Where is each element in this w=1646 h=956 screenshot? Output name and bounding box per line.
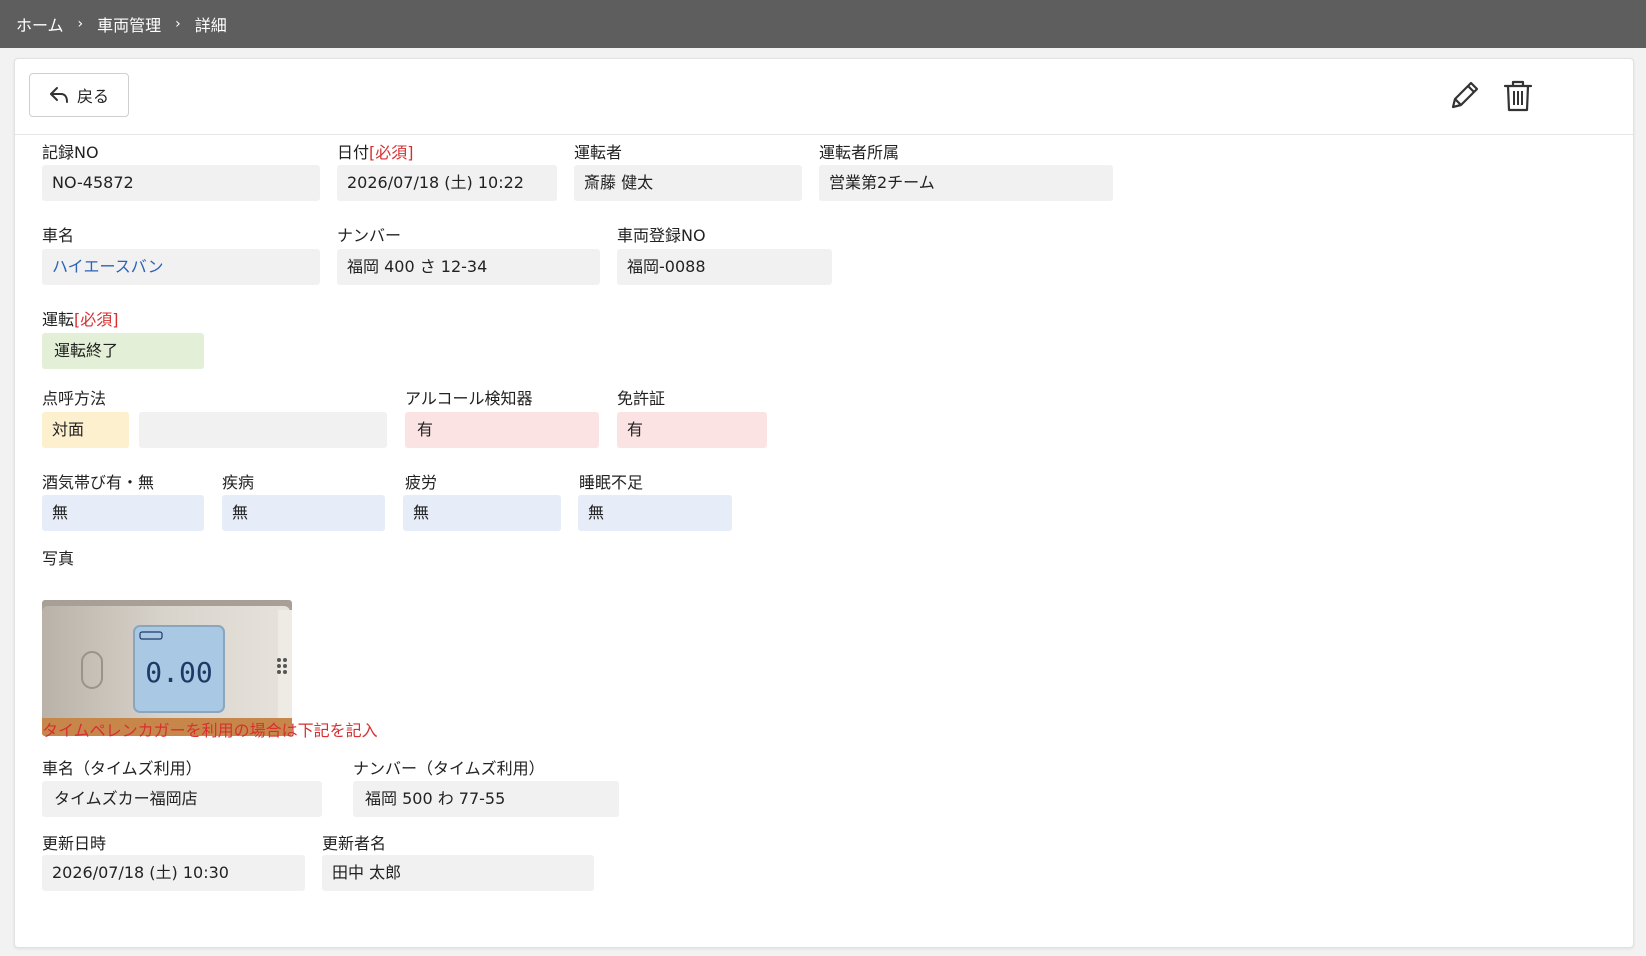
license-field: 有: [617, 412, 767, 448]
plate-label: ナンバー: [337, 226, 402, 245]
vehicle-reg-no-field: 福岡-0088: [617, 249, 832, 285]
plate-field: 福岡 400 さ 12-34: [337, 249, 600, 285]
breadcrumb-vehicles[interactable]: 車両管理: [97, 12, 161, 36]
updated-by-field: 田中 太郎: [322, 855, 594, 891]
date-label: 日付[必須]: [337, 139, 414, 163]
times-car-field: タイムズカー福岡店: [42, 781, 322, 817]
sleep-label: 睡眠不足: [579, 473, 644, 492]
updated-at-label: 更新日時: [42, 834, 107, 853]
rollcall-label: 点呼方法: [42, 389, 107, 408]
alcohol-field: 無: [42, 495, 204, 531]
illness-label: 疾病: [222, 473, 255, 492]
sleep-field: 無: [578, 495, 732, 531]
driver-dept-label: 運転者所属: [819, 143, 900, 162]
vehicle-reg-no-label: 車両登録NO: [617, 226, 706, 245]
driving-status-field: 運転終了: [42, 333, 204, 369]
photo-reading: 0.00: [145, 656, 212, 689]
times-plate-field: 福岡 500 わ 77-55: [353, 781, 619, 817]
car-name-link[interactable]: ハイエースバン: [42, 249, 320, 285]
times-car-label: 車名（タイムズ利用）: [42, 759, 202, 778]
rollcall-field: 対面: [42, 412, 129, 448]
alcohol-label: 酒気帯び有・無: [42, 473, 155, 492]
back-button-label: 戻る: [76, 87, 109, 106]
alcohol-detector-field: 有: [405, 412, 599, 448]
driver-label: 運転者: [574, 143, 623, 162]
photo-image: 0.00: [42, 600, 292, 736]
pencil-icon[interactable]: [1447, 79, 1481, 113]
driving-label-text: 運転: [42, 310, 75, 329]
fatigue-field: 無: [403, 495, 561, 531]
trash-icon[interactable]: [1501, 79, 1535, 113]
breadcrumb-separator: ›: [175, 16, 181, 32]
driver-field: 斎藤 健太: [574, 165, 802, 201]
times-note: タイムペレンカガーを利用の場合は下記を記入: [42, 721, 378, 740]
breadcrumb-home[interactable]: ホーム: [16, 12, 64, 36]
rollcall-extra-field: [139, 412, 387, 448]
driving-label: 運転[必須]: [42, 306, 119, 330]
back-button[interactable]: 戻る: [29, 73, 129, 117]
record-no-label: 記録NO: [42, 143, 99, 162]
alcohol-checker-photo[interactable]: 0.00: [42, 600, 292, 736]
illness-field: 無: [222, 495, 385, 531]
breadcrumb-detail: 詳細: [194, 16, 227, 35]
arrow-left-icon: [49, 87, 68, 103]
fatigue-label: 疲労: [405, 473, 438, 492]
required-marker: [必須]: [369, 143, 414, 162]
alcohol-detector-label: アルコール検知器: [405, 389, 533, 408]
date-field: 2026/07/18 (土) 10:22: [337, 165, 557, 201]
record-no-field: NO-45872: [42, 165, 320, 201]
date-label-text: 日付: [337, 143, 370, 162]
license-label: 免許証: [617, 389, 666, 408]
breadcrumb: ホーム › 車両管理 › 詳細: [0, 0, 1646, 48]
car-name-label: 車名: [42, 226, 75, 245]
updated-at-field: 2026/07/18 (土) 10:30: [42, 855, 305, 891]
required-marker: [必須]: [74, 310, 119, 329]
breadcrumb-separator: ›: [77, 16, 84, 32]
toolbar: 戻る: [15, 59, 1633, 135]
photo-label: 写真: [42, 549, 75, 568]
times-plate-label: ナンバー（タイムズ利用）: [353, 759, 545, 778]
driver-dept-field: 営業第2チーム: [819, 165, 1113, 201]
detail-card: 戻る 記録NO NO-45872 日付[必須] 2026/07/18 (土) 1…: [14, 58, 1634, 948]
updated-by-label: 更新者名: [322, 834, 387, 853]
